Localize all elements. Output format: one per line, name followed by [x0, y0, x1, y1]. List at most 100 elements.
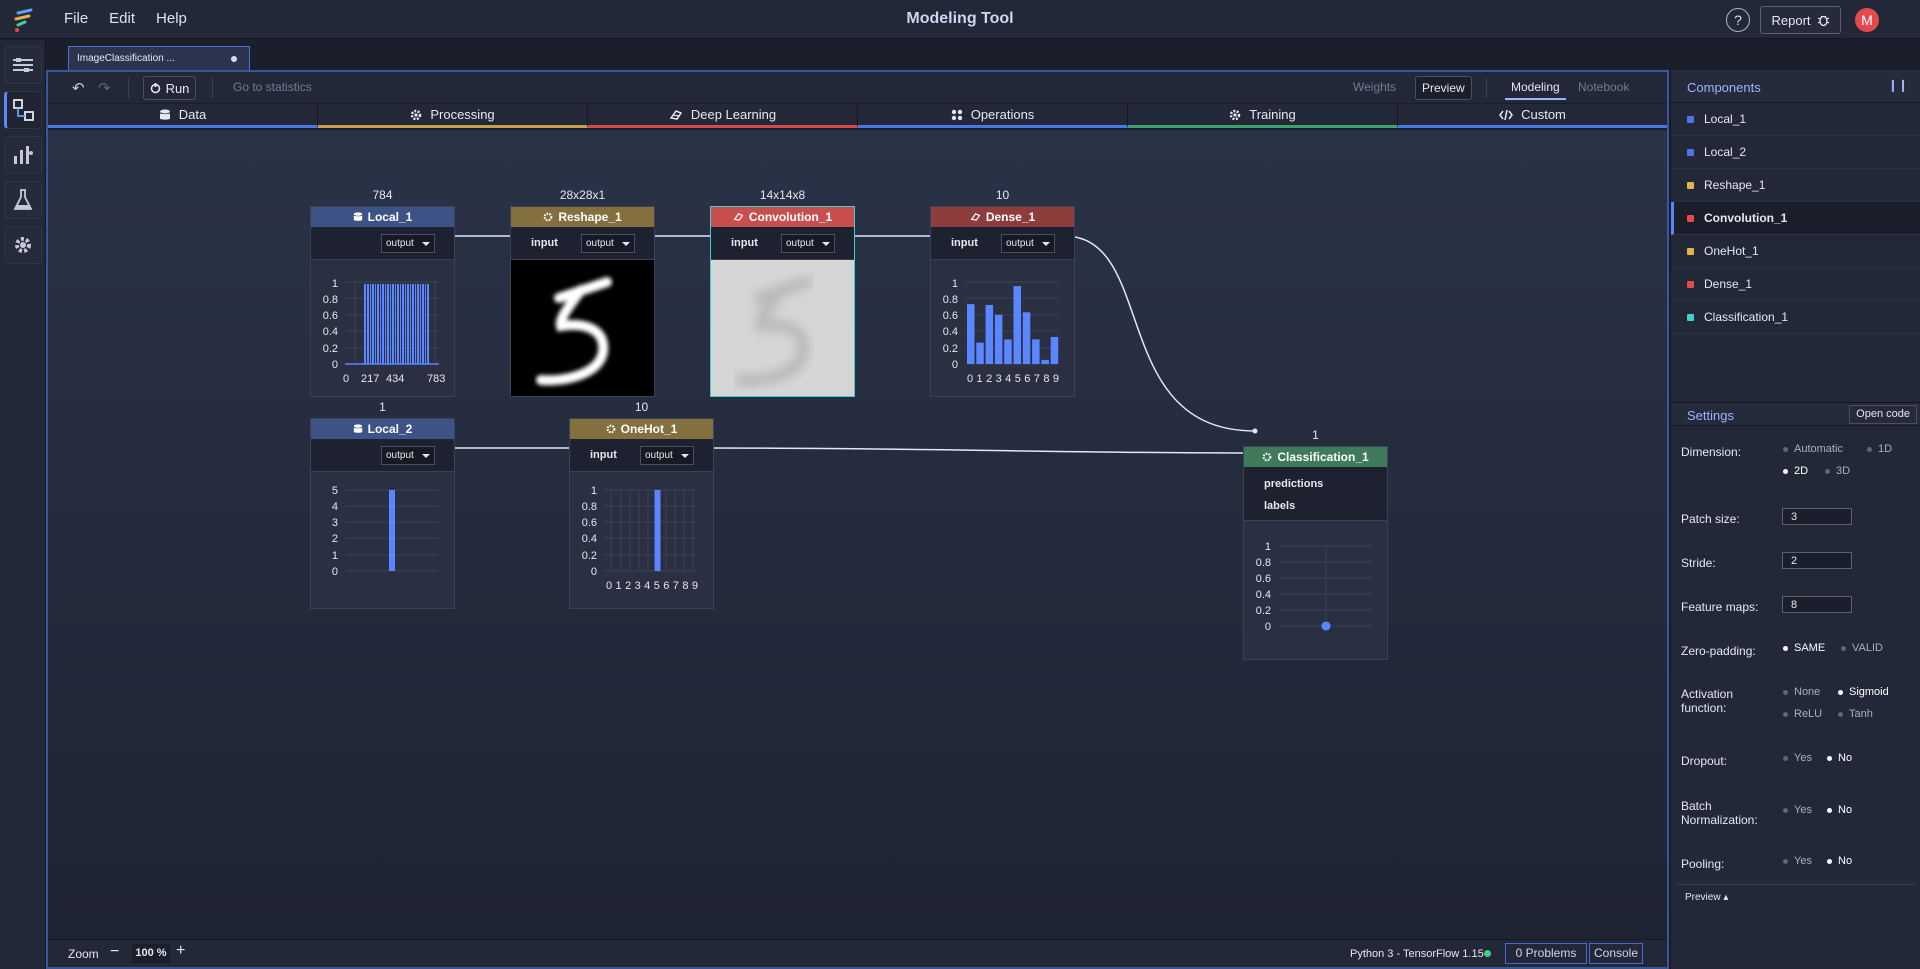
radio-icon	[1783, 446, 1788, 452]
node-header[interactable]: Local_2	[311, 419, 454, 439]
zoom-value[interactable]: 100 %	[132, 944, 170, 963]
tab-training[interactable]: Training	[1128, 104, 1398, 128]
output-select[interactable]: output	[581, 234, 635, 253]
node-header[interactable]: Convolution_1	[711, 207, 854, 227]
tab-operations[interactable]: Operations	[858, 104, 1128, 128]
dimension-option-automatic[interactable]: Automatic	[1783, 443, 1843, 455]
problems-button[interactable]: 0 Problems	[1505, 943, 1587, 964]
zero-padding-option-valid[interactable]: VALID	[1841, 642, 1883, 654]
sidebar-settings-button[interactable]	[4, 226, 42, 264]
tab-custom[interactable]: Custom	[1398, 104, 1667, 128]
patch-size-input[interactable]: 3	[1782, 508, 1852, 525]
sidebar-experiment-button[interactable]	[4, 181, 42, 219]
pooling-option-no[interactable]: No	[1827, 855, 1852, 867]
user-avatar[interactable]: M	[1855, 8, 1879, 32]
redo-icon[interactable]: ↷	[98, 79, 111, 97]
settings-divider	[1677, 884, 1915, 885]
open-code-button[interactable]: Open code	[1849, 405, 1917, 424]
node-classification-1[interactable]: Classification_1 predictions labels 1 0.…	[1243, 446, 1388, 660]
batch-norm-option-yes[interactable]: Yes	[1783, 804, 1812, 816]
collapse-panel-icon[interactable]: ❙❙	[1888, 78, 1908, 92]
feature-maps-input[interactable]: 8	[1782, 596, 1852, 613]
y-tick: 0.8	[1256, 557, 1271, 569]
dropout-option-no[interactable]: No	[1827, 752, 1852, 764]
tab-processing[interactable]: Processing	[318, 104, 588, 128]
activation-option-sigmoid[interactable]: Sigmoid	[1838, 686, 1889, 698]
tab-data[interactable]: Data	[48, 104, 318, 128]
component-label: Convolution_1	[1704, 211, 1788, 225]
tab-deep-learning[interactable]: Deep Learning	[588, 104, 858, 128]
sidebar-statistics-button[interactable]	[4, 136, 42, 174]
report-button[interactable]: Report	[1760, 6, 1841, 34]
node-title: Convolution_1	[748, 210, 833, 224]
tab-notebook[interactable]: Notebook	[1572, 76, 1635, 100]
console-button[interactable]: Console	[1589, 943, 1643, 964]
output-select[interactable]: output	[640, 446, 694, 465]
y-tick: 0.2	[943, 343, 958, 355]
dimension-option-2d[interactable]: 2D	[1783, 465, 1808, 477]
tab-modeling[interactable]: Modeling	[1505, 76, 1566, 100]
node-convolution-1[interactable]: Convolution_1 input output	[710, 206, 855, 397]
node-local-1[interactable]: Local_1 output 1 0.8 0.6 0.4 0.2 0 0 217…	[310, 206, 455, 397]
stride-input[interactable]: 2	[1782, 552, 1852, 569]
component-item-local-1[interactable]: Local_1	[1671, 103, 1920, 136]
output-select[interactable]: output	[381, 234, 435, 253]
sidebar-modeling-button[interactable]	[4, 91, 42, 129]
node-header[interactable]: Classification_1	[1244, 447, 1387, 467]
menu-file[interactable]: File	[64, 10, 88, 27]
menu-help[interactable]: Help	[156, 10, 187, 27]
component-item-classification-1[interactable]: Classification_1	[1671, 301, 1920, 334]
components-header: Components ❙❙	[1671, 70, 1920, 103]
zoom-out-button[interactable]: −	[110, 943, 119, 961]
activation-option-none[interactable]: None	[1783, 686, 1820, 698]
y-tick: 1	[1265, 541, 1271, 553]
help-button[interactable]: ?	[1726, 8, 1750, 32]
tab-operations-label: Operations	[970, 107, 1035, 122]
node-header[interactable]: Local_1	[311, 207, 454, 227]
go-to-statistics-button[interactable]: Go to statistics	[233, 80, 312, 94]
batch-norm-option-no[interactable]: No	[1827, 804, 1852, 816]
weights-button[interactable]: Weights	[1347, 76, 1402, 100]
zero-padding-option-same[interactable]: SAME	[1783, 642, 1825, 654]
preview-toggle[interactable]: Preview	[1415, 76, 1472, 100]
output-select[interactable]: output	[1001, 234, 1055, 253]
zoom-in-button[interactable]: +	[176, 942, 185, 960]
settings-header: Settings Open code	[1671, 402, 1920, 426]
y-tick: 0	[591, 566, 597, 578]
classification1-shape-label: 1	[1312, 428, 1319, 442]
output-select[interactable]: output	[781, 234, 835, 253]
y-tick: 0.2	[323, 343, 338, 355]
component-item-onehot-1[interactable]: OneHot_1	[1671, 235, 1920, 268]
component-item-convolution-1[interactable]: Convolution_1	[1671, 202, 1920, 235]
dimension-option-3d[interactable]: 3D	[1825, 465, 1850, 477]
sidebar-projects-button[interactable]	[4, 46, 42, 84]
dropout-option-yes[interactable]: Yes	[1783, 752, 1812, 764]
dimension-option-1d[interactable]: 1D	[1867, 443, 1892, 455]
component-item-local-2[interactable]: Local_2	[1671, 136, 1920, 169]
menu-edit[interactable]: Edit	[109, 10, 135, 27]
dimension-label: Dimension:	[1681, 445, 1742, 459]
activation-option-tanh[interactable]: Tanh	[1838, 708, 1873, 720]
node-local-2[interactable]: Local_2 output 5 4 3 2 1 0	[310, 418, 455, 609]
node-onehot-1[interactable]: OneHot_1 input output 1 0.8 0.6 0.4 0.2 …	[569, 418, 714, 609]
node-preview: 5 4 3 2 1 0	[311, 472, 454, 608]
component-label: Reshape_1	[1704, 178, 1766, 192]
run-button[interactable]: Run	[143, 76, 196, 100]
node-header[interactable]: Reshape_1	[511, 207, 654, 227]
document-tab[interactable]: ImageClassification ...	[68, 46, 250, 70]
undo-icon[interactable]: ↶	[72, 79, 85, 97]
node-reshape-1[interactable]: Reshape_1 input output	[510, 206, 655, 397]
node-header[interactable]: Dense_1	[931, 207, 1074, 227]
activation-option-relu[interactable]: ReLU	[1783, 708, 1822, 720]
component-item-dense-1[interactable]: Dense_1	[1671, 268, 1920, 301]
model-canvas[interactable]: 784 Local_1 output 1 0.8 0.6 0.4 0.2 0 0…	[48, 130, 1667, 939]
pooling-option-yes[interactable]: Yes	[1783, 855, 1812, 867]
bar	[976, 342, 984, 364]
node-dense-1[interactable]: Dense_1 input output 1 0.8 0.6 0.4 0.2 0	[930, 206, 1075, 397]
option-label: Yes	[1794, 855, 1812, 867]
output-select[interactable]: output	[381, 446, 435, 465]
x-tick-labels: 0123456789	[967, 373, 1059, 385]
node-header[interactable]: OneHot_1	[570, 419, 713, 439]
preview-expander[interactable]: Preview ▴	[1685, 892, 1728, 903]
component-item-reshape-1[interactable]: Reshape_1	[1671, 169, 1920, 202]
